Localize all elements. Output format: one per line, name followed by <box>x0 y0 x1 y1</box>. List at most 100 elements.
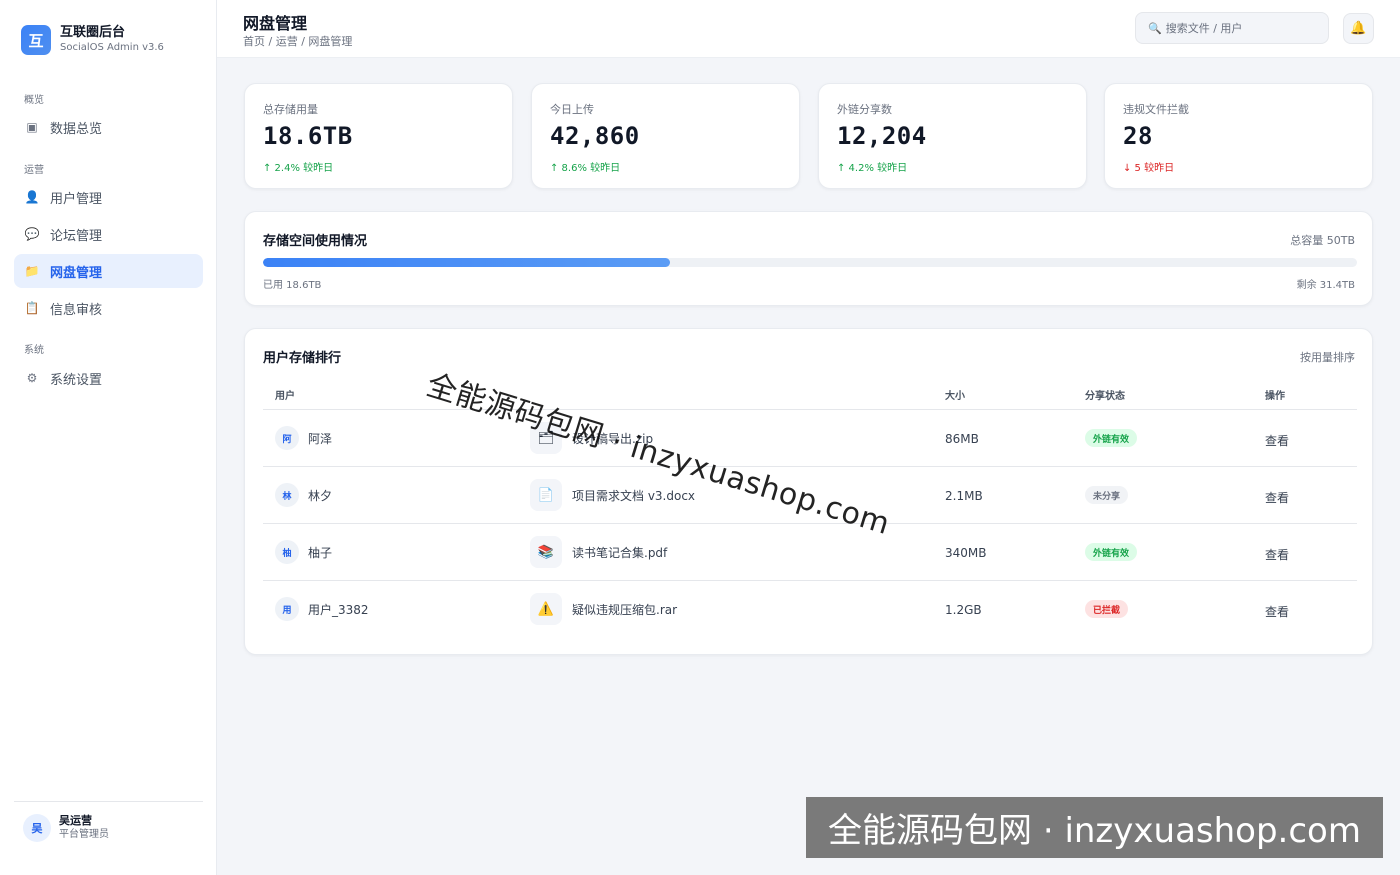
stat-label: 今日上传 <box>550 103 594 116</box>
sort-by-usage-button[interactable]: 按用量排序 <box>1300 349 1355 365</box>
file-size: 1.2GB <box>945 603 982 617</box>
storage-usage-card: 存储空间使用情况 总容量 50TB 已用 18.6TB 剩余 31.4TB <box>244 211 1373 306</box>
brand[interactable]: 互 互联圈后台 SocialOS Admin v3.6 <box>21 25 164 55</box>
watermark-banner: 全能源码包网 · inzyxuashop.com <box>806 797 1383 858</box>
avatar: 阿 <box>275 426 299 450</box>
gear-icon: ⚙ <box>26 371 38 385</box>
avatar: 林 <box>275 483 299 507</box>
brand-logo: 互 <box>21 25 51 55</box>
view-button[interactable]: 查看 <box>1265 432 1289 449</box>
stat-value: 28 <box>1123 122 1153 150</box>
search-icon: 🔍 <box>1148 21 1162 35</box>
stat-value: 12,204 <box>837 122 927 150</box>
file-name: 疑似违规压缩包.rar <box>572 602 678 617</box>
sidebar-item-label: 系统设置 <box>50 372 103 388</box>
file-name: 项目需求文档 v3.docx <box>572 488 696 503</box>
sidebar-item-forum[interactable]: 💬 论坛管理 <box>14 217 203 251</box>
sidebar-item-users[interactable]: 👤 用户管理 <box>14 180 203 214</box>
page-title: 网盘管理 <box>243 14 308 33</box>
sidebar-item-label: 信息审核 <box>50 302 103 318</box>
user-profile[interactable]: 吴 吴运营 平台管理员 <box>23 814 109 842</box>
stat-card-violations-blocked: 违规文件拦截 28 ↓ 5 较昨日 <box>1104 83 1373 189</box>
table-row: 柚 柚子 📚 读书笔记合集.pdf 340MB 外链有效 查看 <box>263 524 1357 581</box>
profile-role: 平台管理员 <box>59 829 109 840</box>
user-cell: 阿 阿泽 <box>275 426 332 450</box>
stat-label: 总存储用量 <box>263 103 318 116</box>
file-size: 86MB <box>945 432 979 446</box>
forum-icon: 💬 <box>24 227 40 241</box>
stat-delta: ↑ 8.6% 较昨日 <box>550 163 621 174</box>
sidebar-item-label: 用户管理 <box>50 191 103 207</box>
sidebar-item-label: 网盘管理 <box>50 265 103 281</box>
user-icon: 👤 <box>24 190 40 204</box>
sidebar-item-label: 数据总览 <box>50 121 103 137</box>
topbar: 网盘管理 首页 / 运营 / 网盘管理 🔍 🔔 <box>217 0 1400 58</box>
stat-card-total-storage: 总存储用量 18.6TB ↑ 2.4% 较昨日 <box>244 83 513 189</box>
column-share-status: 分享状态 <box>1085 391 1125 402</box>
file-size: 340MB <box>945 546 987 560</box>
search-box[interactable]: 🔍 <box>1135 12 1329 44</box>
view-button[interactable]: 查看 <box>1265 546 1289 563</box>
status-badge: 未分享 <box>1085 486 1129 504</box>
user-cell: 用 用户_3382 <box>275 597 369 621</box>
status-badge: 外链有效 <box>1085 429 1138 447</box>
sidebar: 互 互联圈后台 SocialOS Admin v3.6 概览 ▣ 数据总览 运营… <box>0 0 217 875</box>
document-icon: 📄 <box>530 479 562 511</box>
user-name: 林夕 <box>308 488 333 503</box>
user-name: 阿泽 <box>308 431 333 446</box>
search-input[interactable] <box>1165 21 1316 35</box>
profile-name: 吴运营 <box>59 814 92 827</box>
view-button[interactable]: 查看 <box>1265 603 1289 620</box>
nav-group-operations: 运营 <box>24 165 44 176</box>
status-badge: 已拦截 <box>1085 600 1129 618</box>
table-row: 用 用户_3382 ⚠️ 疑似违规压缩包.rar 1.2GB 已拦截 查看 <box>263 581 1357 638</box>
brand-title: 互联圈后台 <box>60 25 126 40</box>
column-user: 用户 <box>275 391 295 402</box>
storage-remaining: 剩余 31.4TB <box>1296 280 1355 291</box>
sidebar-item-cloud-drive[interactable]: 📁 网盘管理 <box>14 254 203 288</box>
stat-card-today-uploads: 今日上传 42,860 ↑ 8.6% 较昨日 <box>531 83 800 189</box>
stat-delta: ↑ 2.4% 较昨日 <box>263 163 334 174</box>
stat-card-share-links: 外链分享数 12,204 ↑ 4.2% 较昨日 <box>818 83 1087 189</box>
sidebar-item-settings[interactable]: ⚙ 系统设置 <box>14 361 203 395</box>
stat-delta: ↓ 5 较昨日 <box>1123 163 1175 174</box>
storage-used: 已用 18.6TB <box>263 280 322 291</box>
warning-icon: ⚠️ <box>530 593 562 625</box>
stat-value: 42,860 <box>550 122 640 150</box>
table-row: 阿 阿泽 🗂 设计稿导出.zip 86MB 外链有效 查看 <box>263 410 1357 467</box>
view-button[interactable]: 查看 <box>1265 489 1289 506</box>
avatar: 吴 <box>23 814 51 842</box>
sidebar-item-review[interactable]: 📋 信息审核 <box>14 291 203 325</box>
sidebar-item-label: 论坛管理 <box>50 228 103 244</box>
folder-icon: 📁 <box>24 264 40 278</box>
column-size: 大小 <box>945 391 965 402</box>
file-size: 2.1MB <box>945 489 983 503</box>
dashboard-icon: ▣ <box>26 120 38 134</box>
file-cell: 📚 读书笔记合集.pdf <box>530 536 667 568</box>
storage-total: 总容量 50TB <box>1290 234 1355 247</box>
storage-progress-bar <box>263 258 1357 267</box>
bell-icon: 🔔 <box>1350 21 1367 36</box>
books-icon: 📚 <box>530 536 562 568</box>
user-cell: 林 林夕 <box>275 483 332 507</box>
stat-label: 外链分享数 <box>837 103 892 116</box>
notification-button[interactable]: 🔔 <box>1343 13 1374 44</box>
nav-group-system: 系统 <box>24 345 44 356</box>
stat-label: 违规文件拦截 <box>1123 103 1189 116</box>
file-cell: ⚠️ 疑似违规压缩包.rar <box>530 593 677 625</box>
breadcrumb[interactable]: 首页 / 运营 / 网盘管理 <box>243 33 352 49</box>
stat-delta: ↑ 4.2% 较昨日 <box>837 163 908 174</box>
user-name: 用户_3382 <box>308 602 369 617</box>
clipboard-icon: 📋 <box>24 301 40 315</box>
nav-group-overview: 概览 <box>24 95 44 106</box>
storage-progress-fill <box>263 258 670 267</box>
sidebar-item-overview[interactable]: ▣ 数据总览 <box>14 110 203 144</box>
storage-title: 存储空间使用情况 <box>263 234 368 249</box>
status-badge: 外链有效 <box>1085 543 1138 561</box>
user-cell: 柚 柚子 <box>275 540 332 564</box>
file-cell: 📄 项目需求文档 v3.docx <box>530 479 695 511</box>
stat-value: 18.6TB <box>263 122 353 150</box>
ranking-title: 用户存储排行 <box>263 351 342 366</box>
avatar: 用 <box>275 597 299 621</box>
file-name: 读书笔记合集.pdf <box>572 545 668 560</box>
